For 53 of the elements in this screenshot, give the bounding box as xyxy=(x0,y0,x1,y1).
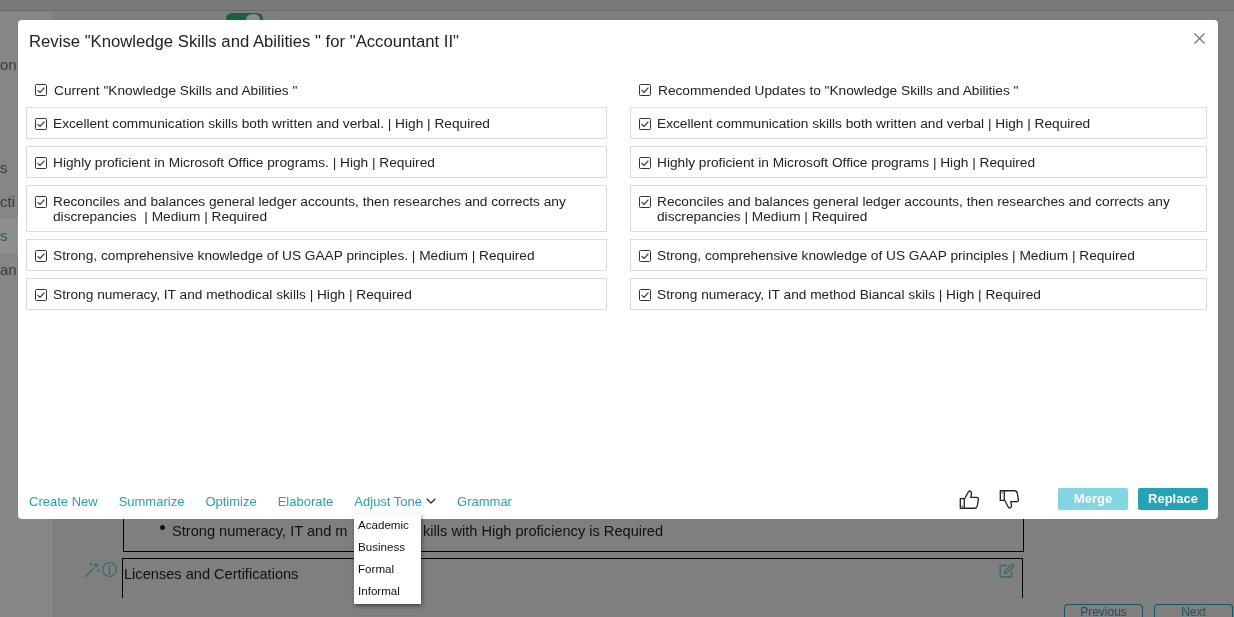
toggle-switch[interactable] xyxy=(226,13,263,20)
toolbar-link[interactable]: Summarize xyxy=(118,493,185,509)
sidebar-item[interactable]: cti xyxy=(0,185,18,219)
tone-dropdown-button[interactable]: Adjust Tone xyxy=(354,493,437,509)
checkbox[interactable] xyxy=(639,195,651,208)
checkbox[interactable] xyxy=(639,117,651,130)
checkbox[interactable] xyxy=(35,117,47,130)
checkbox[interactable] xyxy=(35,249,47,262)
sidebar-item[interactable]: an xyxy=(0,253,18,287)
skill-text: Highly proficient in Microsoft Office programs. | High | Required xyxy=(53,154,435,170)
chevron-down-icon xyxy=(426,498,437,504)
skill-text: Strong numeracy, IT and methodical skills | High | Required xyxy=(53,286,412,302)
list-text: kills with High proficiency is Required xyxy=(423,523,664,539)
close-button[interactable] xyxy=(1193,32,1206,45)
sidebar-item[interactable]: s xyxy=(0,219,18,253)
checkbox[interactable] xyxy=(35,84,47,96)
toolbar-link[interactable]: Elaborate xyxy=(277,493,334,509)
sidebar-item[interactable]: on xyxy=(0,48,18,82)
checkbox[interactable] xyxy=(639,84,651,96)
thumbs-up-icon[interactable] xyxy=(959,488,980,510)
dialog-title: Revise "Knowledge Skills and Abilities " for "Accountant II" xyxy=(29,32,459,52)
skill-text: Excellent communication skills both written and verbal. | High | Required xyxy=(53,115,490,131)
skill-text: Strong numeracy, IT and method Biancal skils | High | Required xyxy=(657,286,1041,302)
section-title: Licenses and Certifications xyxy=(124,566,299,582)
skill-text: Reconciles and balances general ledger accounts, then researches and corrects any discrepancies | Medium | Required xyxy=(657,193,1171,224)
sidebar-item[interactable]: s xyxy=(0,151,18,185)
thumbs-down-icon[interactable] xyxy=(999,488,1020,510)
skill-text: Excellent communication skills both written and verbal | High | Required xyxy=(657,115,1091,131)
skill-text: Strong, comprehensive knowledge of US GAAP principles | Medium | Required xyxy=(657,247,1135,263)
skill-text: Reconciles and balances general ledger accounts, then researches and corrects any discrepancies | Medium | Required xyxy=(53,193,567,224)
close-icon xyxy=(1194,33,1205,44)
menu-item[interactable]: Business xyxy=(354,536,421,558)
toolbar-link[interactable]: Grammar xyxy=(457,493,512,509)
column-heading: Current "Knowledge Skills and Abilities " xyxy=(54,82,298,98)
menu-item[interactable]: Formal xyxy=(354,558,421,580)
toolbar-link[interactable]: Optimize xyxy=(205,493,257,509)
nav-button[interactable]: Next xyxy=(1154,604,1233,617)
toolbar-link[interactable]: Create New xyxy=(29,493,98,509)
column-heading: Recommended Updates to "Knowledge Skills and Abilities " xyxy=(658,82,1019,98)
bullet-icon xyxy=(160,525,165,530)
skill-text: Highly proficient in Microsoft Office programs | High | Required xyxy=(657,154,1036,170)
checkbox[interactable] xyxy=(639,288,651,301)
menu-item[interactable]: Academic xyxy=(354,514,421,536)
replace-button[interactable]: Replace xyxy=(1138,488,1208,510)
checkbox[interactable] xyxy=(639,249,651,262)
list-text: Strong numeracy, IT and m xyxy=(172,523,348,539)
checkbox[interactable] xyxy=(35,195,47,208)
menu-item[interactable]: Informal xyxy=(354,580,421,602)
checkbox[interactable] xyxy=(35,156,47,169)
nav-button[interactable]: Previous xyxy=(1064,604,1143,617)
checkbox[interactable] xyxy=(639,156,651,169)
checkbox[interactable] xyxy=(35,288,47,301)
skill-text: Strong, comprehensive knowledge of US GAAP principles. | Medium | Required xyxy=(53,247,535,263)
